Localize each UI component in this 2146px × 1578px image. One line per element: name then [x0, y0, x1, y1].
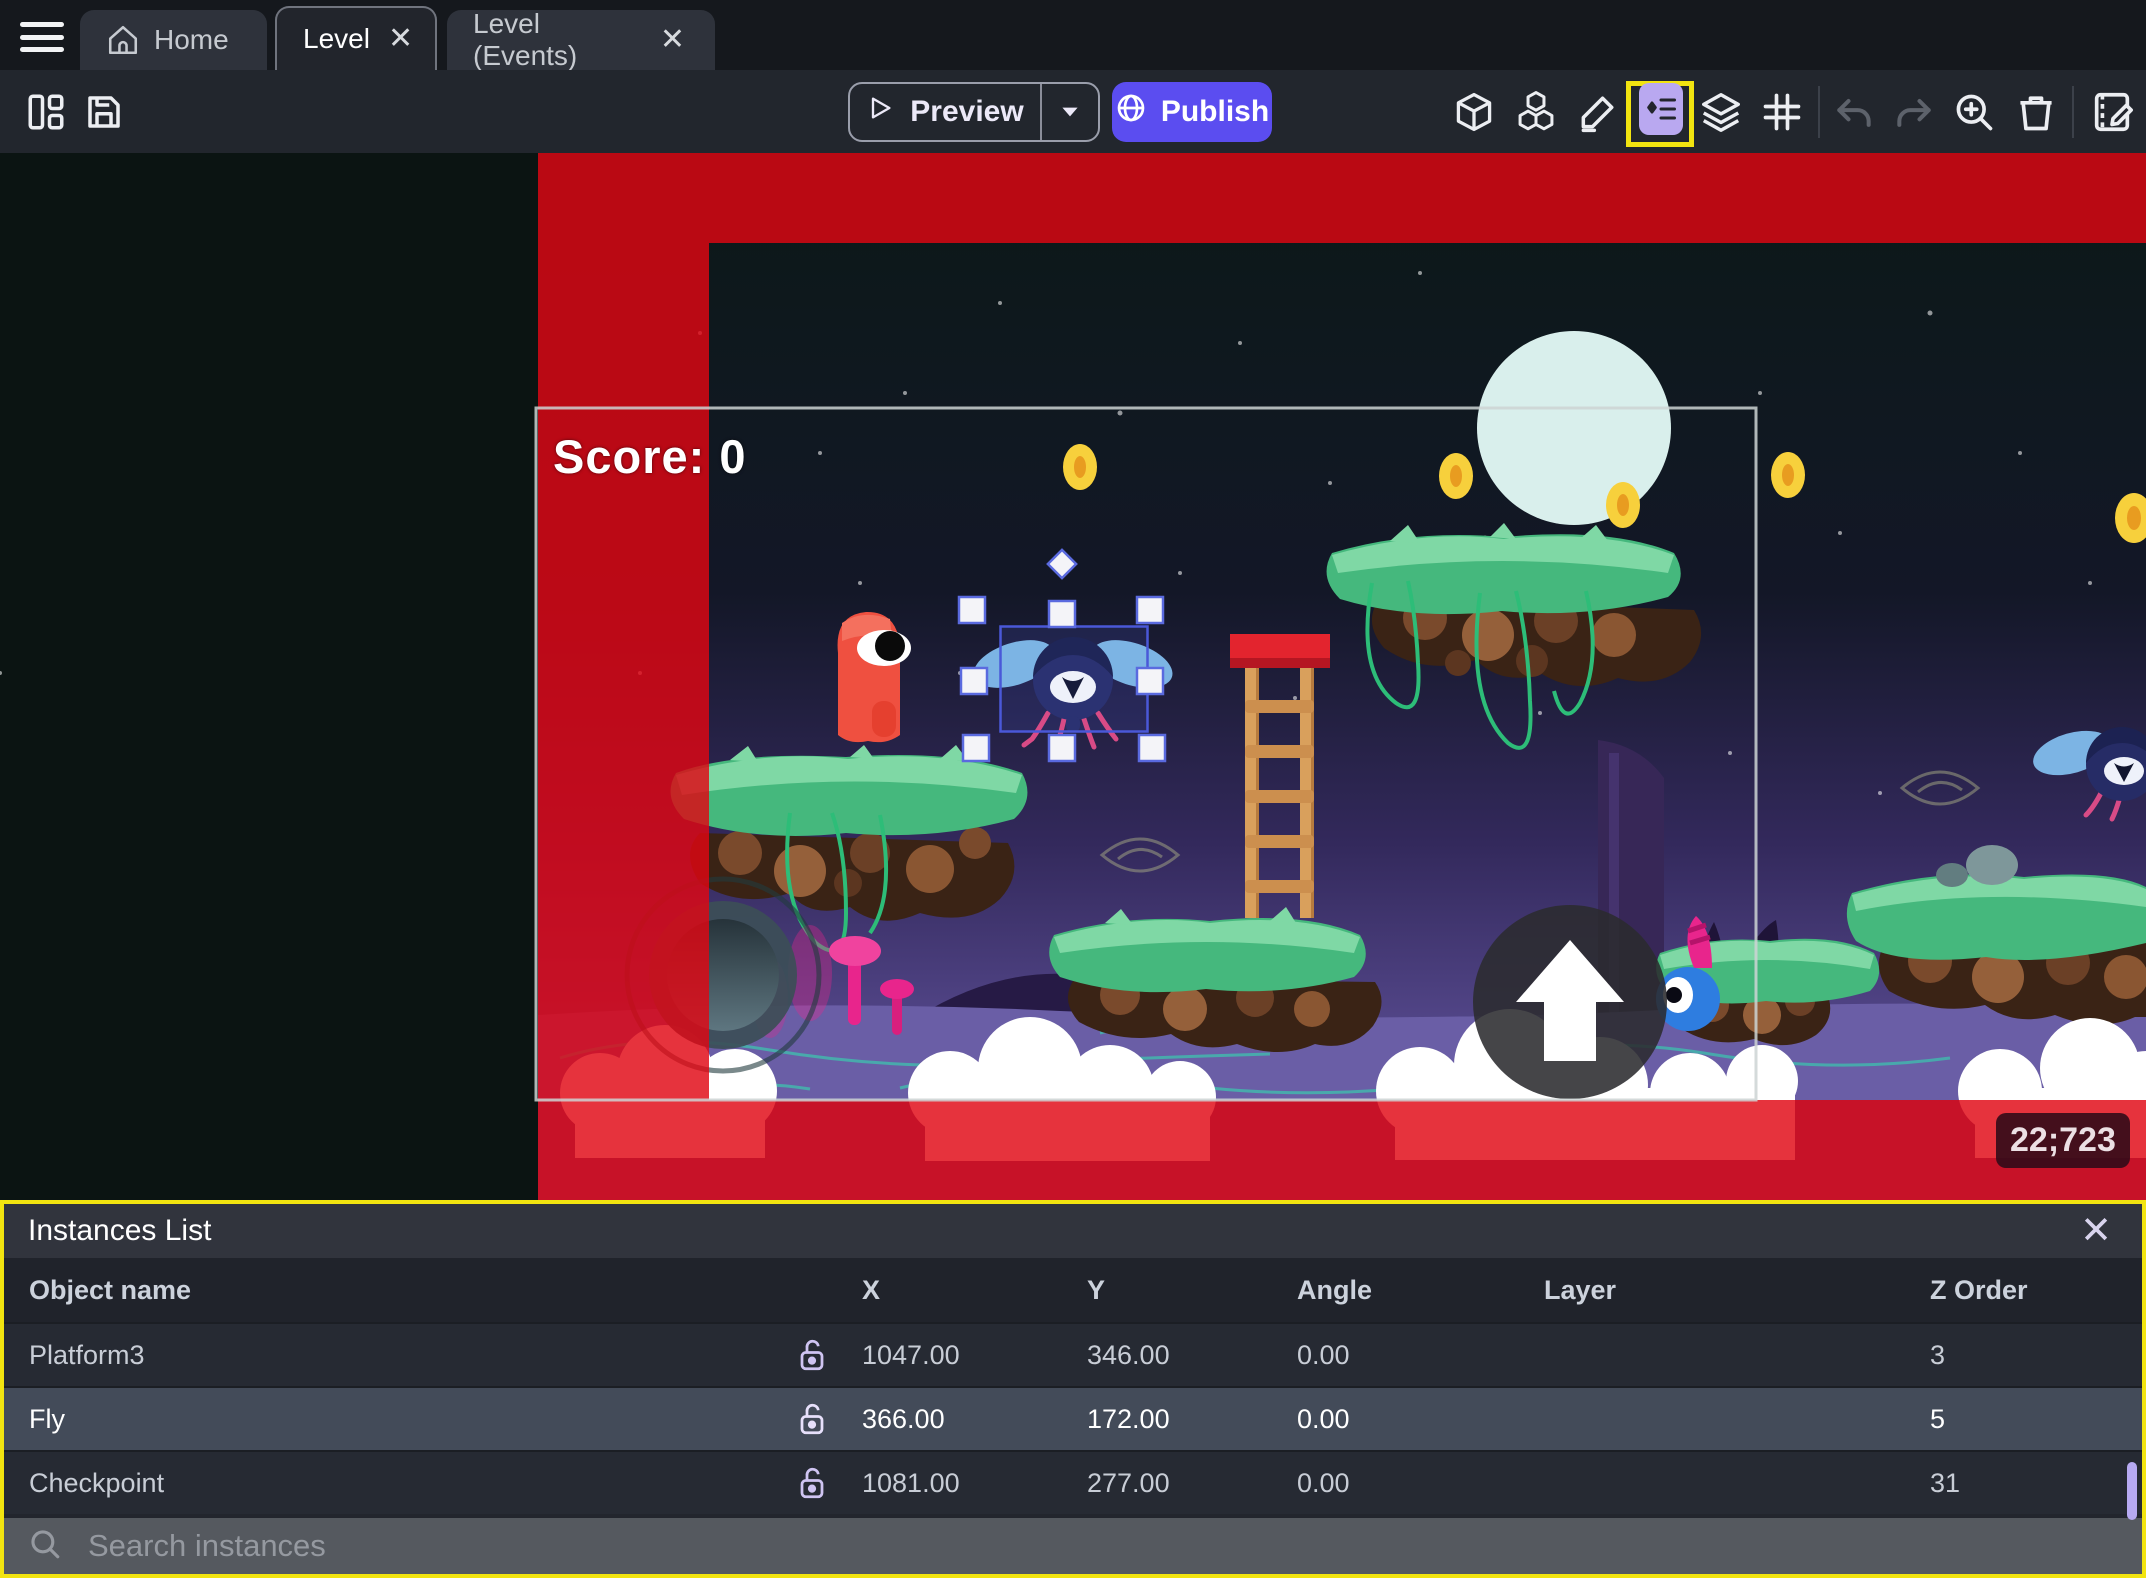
instance-row-platform3[interactable]: Platform3 1047.00 346.00 0.00 3 — [4, 1322, 2142, 1386]
tab-label: Level (Events) — [473, 8, 578, 71]
toolbar-divider — [1818, 86, 1820, 138]
tab-label: Level — [303, 23, 370, 54]
search-icon — [28, 1527, 62, 1566]
column-y: Y — [1087, 1274, 1106, 1305]
instances-search-bar — [4, 1518, 2142, 1574]
edit-scene-icon[interactable] — [2088, 88, 2136, 136]
cube-3d-icon[interactable] — [1450, 88, 1498, 136]
instance-x: 366.00 — [862, 1403, 945, 1434]
lock-icon[interactable] — [762, 1337, 862, 1373]
moon — [1477, 331, 1671, 525]
undo-icon[interactable] — [1830, 88, 1878, 136]
column-z-order: Z Order — [1930, 1274, 2028, 1305]
tab-home[interactable]: Home — [80, 10, 267, 70]
instance-y: 172.00 — [1087, 1403, 1170, 1434]
instance-x: 1047.00 — [862, 1339, 960, 1370]
column-layer: Layer — [1544, 1274, 1617, 1305]
toolbar: Preview Publish — [0, 70, 2146, 153]
grid-icon[interactable] — [1758, 88, 1806, 136]
preview-label: Preview — [910, 95, 1024, 128]
tab-bar: Home Level ✕ Level (Events) ✕ — [0, 0, 2146, 71]
trash-icon[interactable] — [2012, 88, 2060, 136]
caret-down-icon — [1062, 107, 1078, 117]
tab-level[interactable]: Level ✕ — [275, 6, 437, 70]
instances-table-header: Object name X Y Angle Layer Z Order — [4, 1258, 2142, 1322]
objects-cubes-icon[interactable] — [1512, 88, 1560, 136]
main-menu-button[interactable] — [20, 22, 64, 52]
preview-options-button[interactable] — [1040, 84, 1098, 140]
redo-icon[interactable] — [1890, 88, 1938, 136]
toolbar-divider — [2072, 86, 2074, 138]
jump-button — [1473, 905, 1667, 1099]
publish-label: Publish — [1160, 95, 1270, 128]
column-x: X — [862, 1274, 881, 1305]
scene-render — [0, 153, 2146, 1200]
instances-panel-header: Instances List ✕ — [4, 1204, 2142, 1258]
instance-y: 346.00 — [1087, 1339, 1170, 1370]
save-icon[interactable] — [80, 88, 128, 136]
layout-icon[interactable] — [22, 88, 70, 136]
search-instances-input[interactable] — [88, 1528, 2118, 1564]
instances-list-panel: Instances List ✕ Object name X Y Angle L… — [0, 1200, 2146, 1578]
tab-label: Home — [154, 24, 229, 55]
instance-angle: 0.00 — [1297, 1467, 1350, 1498]
instances-list-icon[interactable] — [1637, 83, 1685, 135]
instances-panel-title: Instances List — [28, 1214, 212, 1247]
instance-angle: 0.00 — [1297, 1403, 1350, 1434]
home-icon — [106, 23, 140, 57]
platform-middle — [1049, 907, 1382, 1052]
panel-scrollbar-thumb[interactable] — [2127, 1462, 2137, 1520]
layers-icon[interactable] — [1697, 88, 1745, 136]
instance-name: Fly — [29, 1403, 65, 1434]
play-icon — [866, 94, 894, 130]
zoom-in-icon[interactable] — [1950, 88, 1998, 136]
column-angle: Angle — [1297, 1274, 1373, 1305]
preview-button[interactable]: Preview — [848, 82, 1100, 142]
lock-icon[interactable] — [762, 1465, 862, 1501]
scene-editor-viewport[interactable]: Score: 0 22;723 — [0, 153, 2146, 1200]
close-tab-icon[interactable]: ✕ — [384, 22, 417, 56]
column-object-name: Object name — [29, 1274, 192, 1305]
instance-angle: 0.00 — [1297, 1339, 1350, 1370]
instance-x: 1081.00 — [862, 1467, 960, 1498]
gdevelop-editor-window: Home Level ✕ Level (Events) ✕ Preview Pu… — [0, 0, 2146, 1578]
publish-button[interactable]: Publish — [1112, 82, 1272, 142]
instance-name: Checkpoint — [29, 1467, 165, 1498]
instance-z-order: 31 — [1930, 1467, 1961, 1498]
globe-icon — [1115, 92, 1147, 132]
score-text: Score: 0 — [553, 430, 747, 483]
instance-row-fly[interactable]: Fly 366.00 172.00 0.00 5 — [4, 1386, 2142, 1450]
cursor-coordinates-badge: 22;723 — [1996, 1113, 2130, 1168]
pencil-icon[interactable] — [1574, 88, 1622, 136]
instance-z-order: 3 — [1930, 1339, 1946, 1370]
tab-level-events[interactable]: Level (Events) ✕ — [447, 8, 715, 71]
close-tab-icon[interactable]: ✕ — [656, 23, 689, 57]
close-panel-icon[interactable]: ✕ — [2074, 1212, 2118, 1250]
instance-y: 277.00 — [1087, 1467, 1170, 1498]
instance-z-order: 5 — [1930, 1403, 1946, 1434]
instance-name: Platform3 — [29, 1339, 145, 1370]
lock-icon[interactable] — [762, 1401, 862, 1437]
instance-row-checkpoint[interactable]: Checkpoint 1081.00 277.00 0.00 31 — [4, 1450, 2142, 1514]
